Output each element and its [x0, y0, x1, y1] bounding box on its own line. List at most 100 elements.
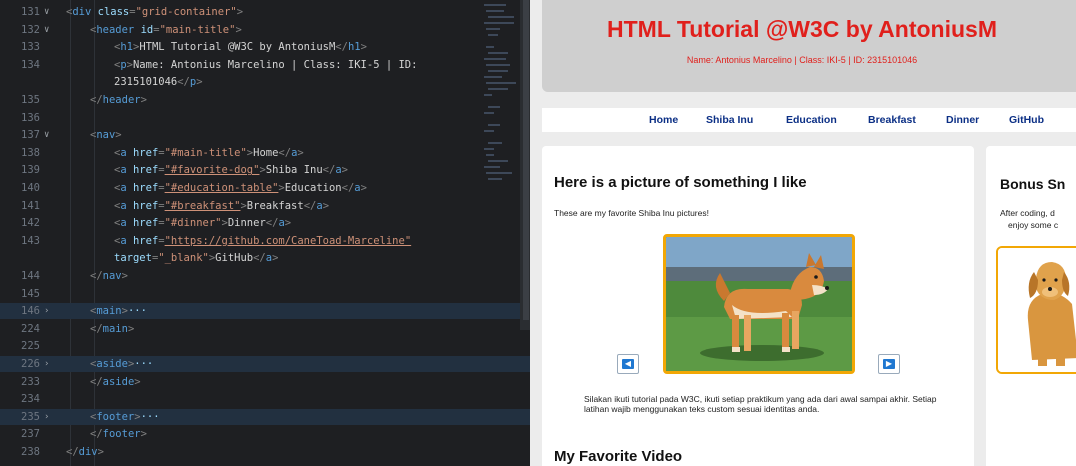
minimap-line [488, 106, 500, 108]
fold-open-chevron-icon[interactable]: ∨ [44, 22, 49, 38]
fold-closed-chevron-icon[interactable]: › [44, 409, 49, 425]
code-line-folded[interactable]: 226 › <aside>··· [0, 356, 530, 372]
carousel-next-button[interactable]: ▶ [878, 354, 900, 374]
code-text: </div> [66, 446, 104, 458]
minimap-line [484, 4, 506, 6]
bonus-heading: Bonus Sn [1000, 176, 1066, 192]
code-line[interactable]: 140 <a href="#education-table">Education<… [0, 180, 530, 196]
code-line[interactable]: 131 ∨ <div class="grid-container"> [0, 4, 530, 20]
code-line[interactable]: 132 ∨ <header id="main-title"> [0, 22, 530, 38]
code-line[interactable]: 143 <a href="https://github.com/CaneToad-… [0, 233, 530, 249]
nav-link-home[interactable]: Home [649, 114, 678, 126]
line-number: 224 [21, 322, 40, 335]
carousel-prev-button[interactable]: ◀ [617, 354, 639, 374]
code-line[interactable]: 133 <h1>HTML Tutorial @W3C by AntoniusM</… [0, 39, 530, 55]
minimap-line [488, 142, 502, 144]
code-line[interactable]: 234 [0, 391, 530, 407]
code-line[interactable]: 138 <a href="#main-title">Home</a> [0, 145, 530, 161]
line-number: 143 [21, 234, 40, 247]
line-number: 234 [21, 393, 40, 406]
line-number: 139 [21, 164, 40, 177]
fold-open-chevron-icon[interactable]: ∨ [44, 127, 49, 143]
code-line[interactable]: 137 ∨ <nav> [0, 127, 530, 143]
line-number: 226 [21, 358, 40, 370]
editor-scrollbar-thumb[interactable] [523, 0, 529, 320]
nav-link-shiba-inu[interactable]: Shiba Inu [706, 114, 753, 126]
nav-link-dinner[interactable]: Dinner [946, 114, 979, 126]
minimap-line [486, 82, 516, 84]
code-line[interactable]: 136 [0, 110, 530, 126]
minimap-line [486, 10, 504, 12]
code-line[interactable]: 238 </div> [0, 444, 530, 460]
code-text: <div class="grid-container"> [66, 6, 244, 18]
code-line[interactable]: 141 <a href="#breakfast">Breakfast</a> [0, 198, 530, 214]
line-number: 131 [21, 6, 40, 18]
minimap-line [488, 34, 498, 36]
line-number: 235 [21, 410, 40, 423]
arrow-right-icon: ▶ [883, 359, 895, 369]
code-text: <p>Name: Antonius Marcelino | Class: IKI… [114, 58, 418, 71]
code-text: </aside> [90, 375, 141, 388]
code-line-folded[interactable]: 146 › <main>··· [0, 303, 530, 320]
golden-retriever-image [996, 246, 1076, 374]
minimap-line [486, 46, 494, 48]
code-text: <a href="https://github.com/CaneToad-Mar… [114, 234, 412, 247]
code-text: <header id="main-title"> [90, 23, 242, 36]
code-text: <a href="#dinner">Dinner</a> [114, 217, 292, 230]
minimap-line [484, 112, 494, 114]
code-text: </header> [90, 94, 147, 106]
code-line[interactable]: 135 </header> [0, 92, 530, 108]
minimap-line [484, 166, 500, 168]
line-number: 136 [21, 111, 40, 124]
code-line[interactable]: 237 </footer> [0, 426, 530, 442]
code-line[interactable]: 144 </nav> [0, 268, 530, 284]
code-text: target="_blank">GitHub</a> [114, 252, 279, 265]
code-text: <nav> [90, 129, 122, 142]
code-text: <main>··· [90, 305, 147, 318]
picture-heading: Here is a picture of something I like [554, 174, 807, 191]
line-number: 144 [21, 270, 40, 282]
site-title: HTML Tutorial @W3C by AntoniusM [607, 16, 997, 42]
minimap-line [484, 94, 492, 96]
code-line[interactable]: 139 <a href="#favorite-dog">Shiba Inu</a> [0, 162, 530, 178]
code-line[interactable]: 142 <a href="#dinner">Dinner</a> [0, 215, 530, 231]
fold-closed-chevron-icon[interactable]: › [44, 356, 49, 372]
minimap-line [484, 58, 506, 60]
shiba-inu-image [663, 234, 855, 374]
line-number: 145 [21, 287, 40, 300]
fold-closed-chevron-icon[interactable]: › [44, 303, 49, 319]
arrow-left-icon: ◀ [622, 359, 634, 369]
line-number: 237 [21, 428, 40, 441]
minimap-line [484, 76, 502, 78]
code-line[interactable]: 225 [0, 338, 530, 354]
instructions-text: Silakan ikuti tutorial pada W3C, ikuti s… [584, 394, 937, 414]
bonus-text-line2: enjoy some c [1008, 220, 1059, 230]
nav-link-github[interactable]: GitHub [1009, 114, 1044, 126]
code-line[interactable]: 145 [0, 286, 530, 302]
golden-retriever-illustration [998, 248, 1076, 372]
minimap-line [488, 160, 508, 162]
line-number: 138 [21, 146, 40, 159]
code-text: <a href="#favorite-dog">Shiba Inu</a> [114, 164, 348, 177]
minimap-line [484, 148, 494, 150]
line-number: 141 [21, 199, 40, 212]
code-line[interactable]: 224 </main> [0, 321, 530, 337]
shiba-inu-illustration [666, 237, 852, 371]
nav-link-breakfast[interactable]: Breakfast [868, 114, 916, 126]
code-text: <a href="#breakfast">Breakfast</a> [114, 199, 330, 212]
minimap-line [484, 22, 514, 24]
fold-open-chevron-icon[interactable]: ∨ [44, 4, 49, 20]
code-line[interactable]: 2315101046</p> [0, 74, 530, 90]
bonus-text-line1: After coding, d [1000, 208, 1055, 218]
line-number: 140 [21, 182, 40, 194]
code-text: <a href="#education-table">Education</a> [114, 182, 367, 194]
minimap-line [484, 130, 494, 132]
code-editor[interactable]: 131 ∨ <div class="grid-container"> 132 ∨ <hea… [0, 0, 530, 466]
code-line[interactable]: target="_blank">GitHub</a> [0, 250, 530, 266]
minimap-line [488, 124, 500, 126]
code-line[interactable]: 233 </aside> [0, 374, 530, 390]
code-line[interactable]: 134 <p>Name: Antonius Marcelino | Class: … [0, 57, 530, 73]
code-line-folded[interactable]: 235 › <footer>··· [0, 408, 530, 425]
nav-link-education[interactable]: Education [786, 114, 837, 126]
line-number: 146 [21, 305, 40, 318]
